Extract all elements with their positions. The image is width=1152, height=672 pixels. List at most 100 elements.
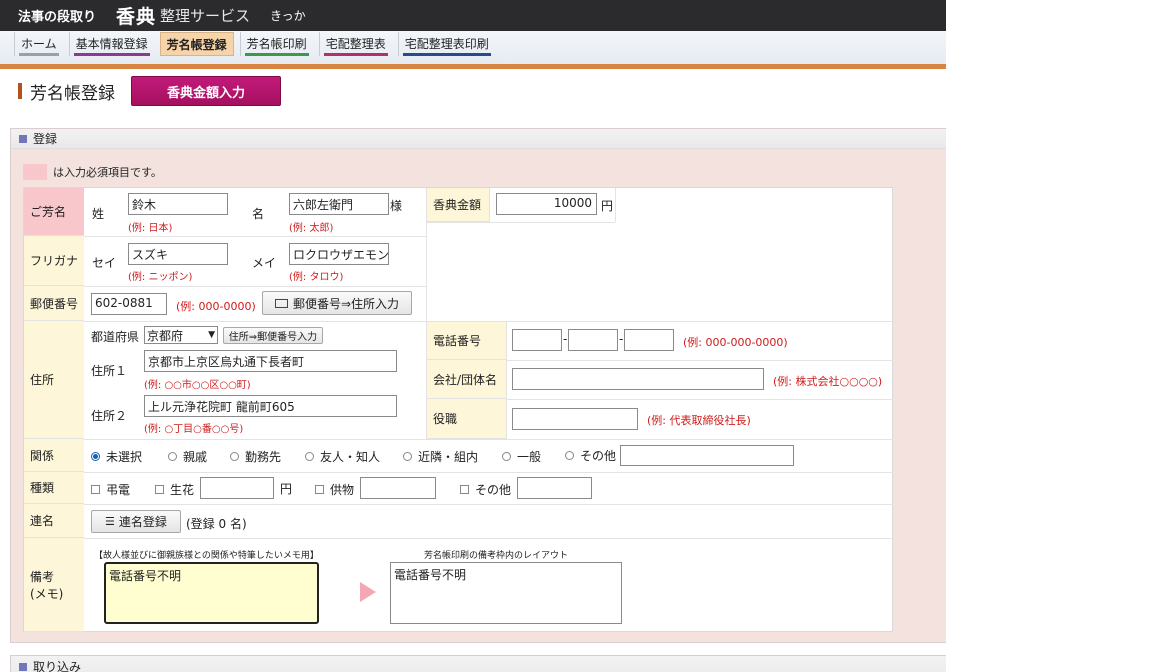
panel-square-icon [19,663,27,671]
relation-option-2[interactable]: 勤務先 [230,448,281,465]
phone-sep-2: - [619,332,624,346]
radio-icon [502,452,511,461]
import-panel: 取り込み [10,655,946,672]
address-to-postal-button[interactable]: 住所⇒郵便番号入力 [223,327,323,344]
pref-select-value: 京都府 [147,328,184,343]
nav-home[interactable]: ホーム [14,32,63,56]
sama-label: 様 [390,199,403,213]
page-title-bar: 芳名帳登録 香典金額入力 [0,69,946,113]
blank-area [946,0,1152,672]
label-kana: フリガナ [24,236,84,286]
type-other-input[interactable] [517,477,592,499]
phone-input-3[interactable] [624,329,674,351]
mei-label: 名 [252,207,265,221]
nav-delivery-table[interactable]: 宅配整理表 [318,32,392,56]
offering-input[interactable] [360,477,436,499]
checkbox-icon [315,485,324,494]
postal-example: (例: 000-0000) [176,300,256,313]
relation-option-0[interactable]: 未選択 [91,448,142,465]
registration-form: ご芳名 フリガナ 郵便番号 住所 関係 種類 連名 備考 (メモ) 姓 鈴木 (… [23,187,894,632]
type-other-checkbox[interactable]: その他 [460,481,511,498]
type-telegram-checkbox[interactable]: 弔電 [91,481,130,498]
label-address: 住所 [24,321,84,439]
relation-option-1[interactable]: 親戚 [168,448,207,465]
flower-amount-input[interactable] [200,477,274,499]
type-flower-checkbox[interactable]: 生花 [155,481,194,498]
label-name: ご芳名 [24,188,84,236]
addr1-label: 住所１ [91,364,128,378]
addr1-example: (例: ○○市○○区○○町) [144,380,251,391]
position-input[interactable] [512,408,638,430]
koden-amount-button[interactable]: 香典金額入力 [131,76,281,106]
phone-input-2[interactable] [568,329,618,351]
required-swatch [23,164,47,180]
required-legend: は入力必須項目です。 [23,164,162,180]
top-header: 法事の段取り 香典 整理サービス きっか [0,0,946,31]
kana-sei-input[interactable]: スズキ [128,243,228,265]
addr1-input[interactable]: 京都市上京区烏丸通下長者町 [144,350,397,372]
label-amount: 香典金額 [427,188,489,222]
brand-kikka: きっか [270,9,306,23]
addr2-label: 住所２ [91,409,128,423]
amount-input[interactable]: 10000 [496,193,597,215]
panel-header: 登録 [11,129,946,149]
addr2-example: (例: ○丁目○番○○号) [144,424,244,435]
relation-option-6[interactable]: その他 [565,447,616,464]
label-phone: 電話番号 [427,322,506,360]
checkbox-icon [91,485,100,494]
relation-option-3[interactable]: 友人・知人 [305,448,380,465]
kana-sei-example: (例: ニッポン) [128,272,193,283]
pref-label: 都道府県 [91,330,140,344]
radio-icon [403,452,412,461]
kana-mei-label: メイ [252,256,277,270]
nav-delivery-print[interactable]: 宅配整理表印刷 [397,32,495,56]
logo-service: 整理サービス [160,7,251,25]
amount-unit: 円 [601,199,614,213]
memo-textarea[interactable]: 電話番号不明 [104,562,319,624]
logo-koden: 香典 [116,6,157,28]
phone-example: (例: 000-000-0000) [683,336,788,349]
id-card-icon [274,298,288,308]
kana-mei-input[interactable]: ロクロウザエモン [289,243,389,265]
phone-input-1[interactable] [512,329,562,351]
radio-icon [230,452,239,461]
label-postal: 郵便番号 [24,286,84,321]
memo-preview: 電話番号不明 [390,562,622,624]
pref-select[interactable]: 京都府 ▼ [144,326,218,344]
relation-option-5[interactable]: 一般 [502,448,541,465]
mei-input[interactable]: 六郎左衛門 [289,193,389,215]
label-type: 種類 [24,472,84,504]
label-joint: 連名 [24,504,84,538]
postal-to-address-label: 郵便番号⇒住所入力 [292,296,400,311]
sei-input[interactable]: 鈴木 [128,193,228,215]
panel-square-icon [19,134,27,143]
nav-basic-info[interactable]: 基本情報登録 [68,32,154,56]
memo-note-title: 【故人様並びに御親族様との関係や特筆したいメモ用】 [94,551,319,561]
mei-example: (例: 太郎) [289,223,334,234]
joint-register-label: 連名登録 [118,515,167,529]
radio-icon [168,452,177,461]
company-input[interactable] [512,368,764,390]
relation-option-4[interactable]: 近隣・組内 [403,448,478,465]
nav-guestbook-print[interactable]: 芳名帳印刷 [239,32,313,56]
sei-label: 姓 [92,207,105,221]
type-offering-checkbox[interactable]: 供物 [315,481,354,498]
site-tagline: 法事の段取り [18,10,97,25]
title-marker [18,83,22,99]
list-icon: ☰ [105,515,115,528]
radio-icon [305,452,314,461]
addr2-input[interactable]: 上ル元浄花院町 龍前町605 [144,395,397,417]
checkbox-icon [155,485,164,494]
nav-guestbook-register[interactable]: 芳名帳登録 [159,32,234,56]
radio-icon [565,451,574,460]
app-window: 法事の段取り 香典 整理サービス きっか ホーム 基本情報登録 芳名帳登録 芳名… [0,0,946,672]
joint-register-button[interactable]: ☰ 連名登録 [91,510,181,533]
import-panel-title: 取り込み [33,659,82,672]
label-relation: 関係 [24,439,84,472]
panel-title: 登録 [33,132,58,146]
postal-to-address-button[interactable]: 郵便番号⇒住所入力 [262,291,412,315]
postal-input[interactable]: 602-0881 [91,293,167,315]
relation-other-input[interactable] [620,445,794,466]
label-company: 会社/団体名 [427,360,506,399]
chevron-down-icon: ▼ [208,330,215,340]
